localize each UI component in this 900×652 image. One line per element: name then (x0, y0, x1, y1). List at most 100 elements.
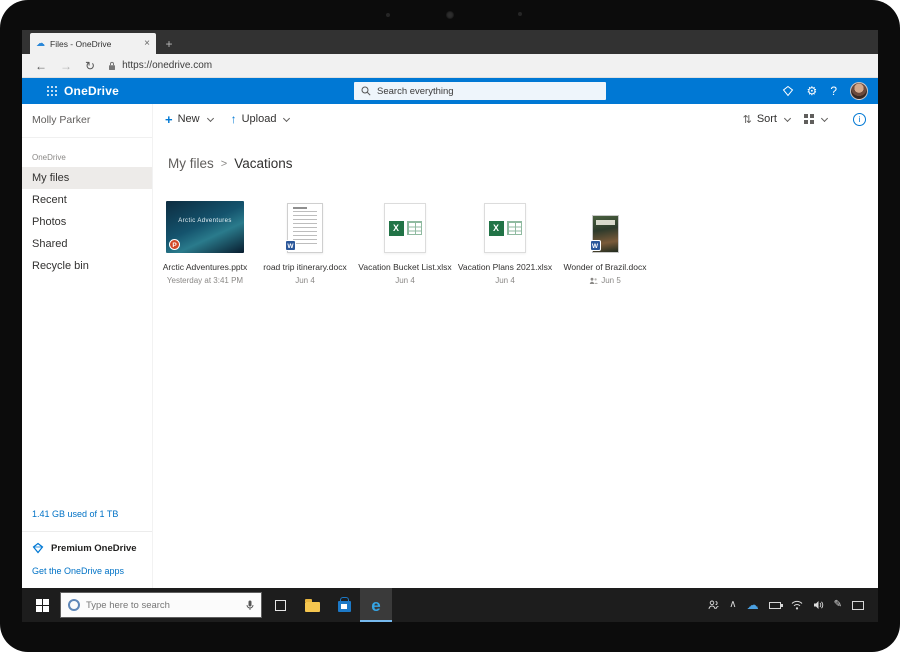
new-tab-button[interactable]: + (156, 33, 182, 54)
file-meta: Jun 5 (555, 276, 655, 285)
microphone-icon[interactable] (246, 600, 254, 611)
display-icon[interactable] (852, 601, 864, 610)
shared-people-icon (589, 277, 598, 285)
file-tile-vacation-bucket-list[interactable]: X Vacation Bucket List.xlsx Jun 4 (355, 197, 455, 285)
wifi-icon[interactable] (791, 600, 803, 610)
taskbar: e ∧ ☁ (22, 588, 878, 622)
file-tile-wonder-of-brazil[interactable]: W Wonder of Brazil.docx Jun 5 (555, 197, 655, 285)
details-info-icon[interactable]: i (853, 113, 866, 126)
sidebar-item-shared[interactable]: Shared (22, 233, 152, 255)
url-field[interactable]: https://onedrive.com (108, 60, 212, 71)
command-bar-right: ⇅ Sort i (743, 113, 866, 126)
app-launcher-button[interactable] (32, 78, 56, 104)
task-view-button[interactable] (264, 588, 296, 622)
file-name: Arctic Adventures.pptx (155, 262, 255, 272)
sidebar-item-my-files[interactable]: My files (22, 167, 152, 189)
upload-arrow-icon: ↑ (231, 113, 237, 125)
document-text-lines (293, 211, 317, 245)
sidebar-item-recycle-bin[interactable]: Recycle bin (22, 255, 152, 277)
folder-icon (305, 602, 320, 612)
chevron-down-icon (821, 114, 828, 121)
thumbnail: X (355, 197, 455, 253)
search-input[interactable] (377, 86, 599, 97)
get-apps-link[interactable]: Get the OneDrive apps (22, 564, 152, 582)
search-box[interactable] (354, 82, 606, 100)
view-toggle-button[interactable] (804, 114, 827, 124)
app-title: OneDrive (64, 84, 119, 98)
sidebar-item-photos[interactable]: Photos (22, 211, 152, 233)
sidebar-section-label: OneDrive (22, 138, 152, 167)
cover-title-band (596, 220, 615, 225)
sidebar-item-recent[interactable]: Recent (22, 189, 152, 211)
tab-close-icon[interactable]: × (144, 39, 150, 49)
speaker-icon[interactable] (813, 600, 824, 610)
camera (446, 11, 454, 19)
onedrive-header: OneDrive ⚙ ? (22, 78, 878, 104)
file-tile-arctic-adventures[interactable]: Arctic Adventures P Arctic Adventures.pp… (155, 197, 255, 285)
windows-logo-icon (36, 599, 49, 612)
premium-diamond-icon (32, 542, 44, 554)
storage-usage-link[interactable]: 1.41 GB used of 1 TB (22, 501, 152, 531)
premium-diamond-icon[interactable] (782, 85, 794, 97)
browser-tab[interactable]: ☁ Files - OneDrive × (30, 33, 156, 54)
system-tray: ∧ ☁ ✎ (708, 598, 874, 612)
cortana-icon (68, 599, 80, 611)
bezel-sensor-dot (518, 12, 522, 16)
sidebar-bottom: 1.41 GB used of 1 TB Premium OneDrive Ge… (22, 501, 152, 582)
file-name: road trip itinerary.docx (255, 262, 355, 272)
file-name: Wonder of Brazil.docx (555, 262, 655, 272)
forward-icon[interactable]: → (60, 59, 72, 73)
account-avatar[interactable] (850, 82, 868, 100)
breadcrumb-my-files[interactable]: My files (168, 156, 214, 171)
thumbnail-caption: Arctic Adventures (166, 218, 244, 224)
device-frame: ☁ Files - OneDrive × + ← → ↻ https://one… (0, 0, 900, 652)
microsoft-store-button[interactable] (328, 588, 360, 622)
back-icon[interactable]: ← (35, 59, 47, 73)
upload-button[interactable]: ↑ Upload (231, 113, 290, 125)
start-button[interactable] (26, 588, 58, 622)
grid-view-icon (804, 114, 814, 124)
file-tile-vacation-plans-2021[interactable]: X Vacation Plans 2021.xlsx Jun 4 (455, 197, 555, 285)
excel-badge-icon: X (489, 221, 504, 236)
file-tiles: Arctic Adventures P Arctic Adventures.pp… (153, 197, 878, 285)
screen: ☁ Files - OneDrive × + ← → ↻ https://one… (22, 30, 878, 622)
pen-icon[interactable]: ✎ (834, 600, 842, 610)
file-explorer-button[interactable] (296, 588, 328, 622)
tab-title: Files - OneDrive (50, 39, 139, 49)
taskbar-search-input[interactable] (86, 600, 240, 611)
file-meta: Jun 4 (355, 276, 455, 285)
excel-badge-icon: X (389, 221, 404, 236)
word-badge-icon: W (590, 240, 601, 251)
help-icon[interactable]: ? (830, 85, 837, 97)
xlsx-thumbnail: X (484, 203, 526, 253)
powerpoint-badge-icon: P (169, 239, 180, 250)
taskbar-search-box[interactable] (60, 592, 262, 618)
file-meta: Jun 4 (455, 276, 555, 285)
upload-button-label: Upload (242, 113, 277, 125)
sort-button[interactable]: ⇅ Sort (743, 113, 790, 126)
user-name: Molly Parker (22, 104, 152, 138)
xlsx-thumbnail: X (384, 203, 426, 253)
sort-arrows-icon: ⇅ (743, 113, 752, 126)
people-icon[interactable] (708, 600, 719, 610)
thumbnail: W (555, 197, 655, 253)
new-button[interactable]: + New (165, 113, 213, 126)
store-bag-icon (338, 601, 351, 612)
onedrive-tray-cloud-icon[interactable]: ☁ (747, 598, 759, 612)
search-icon (361, 86, 371, 96)
bezel-mic-dot (386, 13, 390, 17)
file-name: Vacation Plans 2021.xlsx (455, 262, 555, 272)
thumbnail: W (255, 197, 355, 253)
document-heading-line (293, 207, 307, 209)
settings-gear-icon[interactable]: ⚙ (807, 85, 818, 97)
sort-button-label: Sort (757, 113, 777, 125)
thumbnail: Arctic Adventures P (155, 197, 255, 253)
file-tile-road-trip-itinerary[interactable]: W road trip itinerary.docx Jun 4 (255, 197, 355, 285)
edge-browser-button[interactable]: e (360, 588, 392, 622)
lock-icon (108, 61, 116, 71)
refresh-icon[interactable]: ↻ (85, 59, 95, 73)
battery-icon[interactable] (769, 602, 781, 609)
sidebar: Molly Parker OneDrive My files Recent Ph… (22, 104, 153, 588)
show-hidden-icons-caret[interactable]: ∧ (729, 600, 736, 610)
premium-onedrive-row[interactable]: Premium OneDrive (22, 531, 152, 564)
